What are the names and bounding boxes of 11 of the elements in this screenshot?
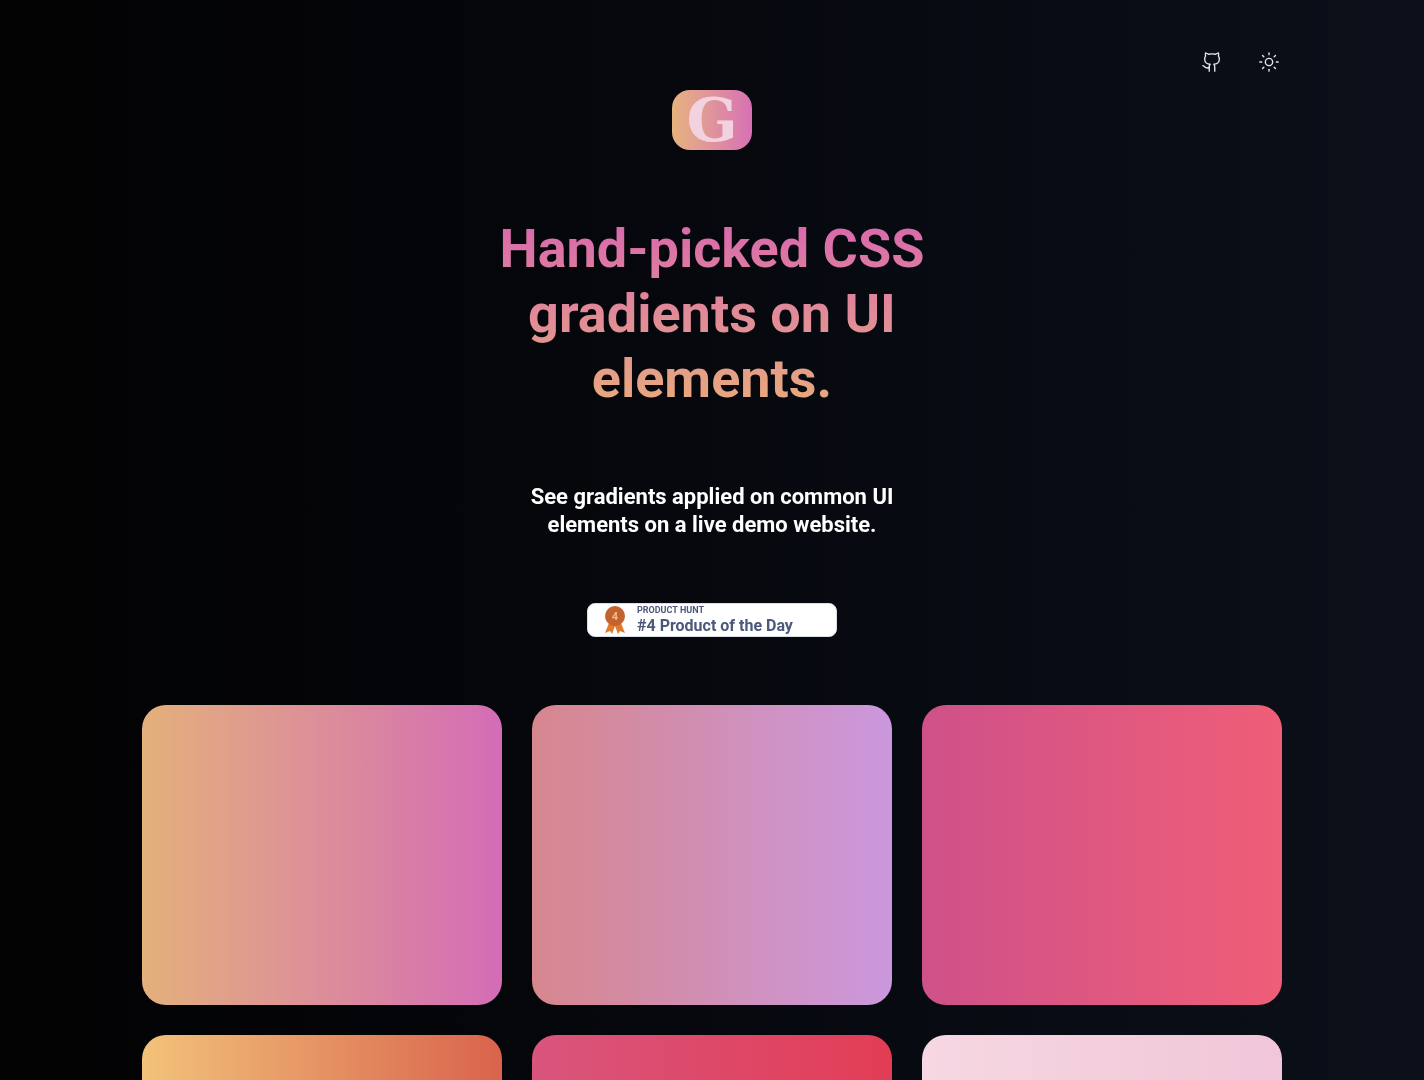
theme-toggle[interactable]: [1257, 50, 1281, 74]
gradient-card[interactable]: [532, 705, 892, 1005]
product-hunt-badge[interactable]: 4 PRODUCT HUNT #4 Product of the Day: [587, 603, 837, 637]
badge-eyebrow: PRODUCT HUNT: [637, 604, 705, 616]
app-logo: G: [672, 90, 752, 150]
hero-subtitle: See gradients applied on common UI elements on a live demo website.: [529, 483, 895, 539]
github-icon: [1201, 51, 1223, 73]
gradient-card[interactable]: [142, 705, 502, 1005]
gradient-card[interactable]: [922, 705, 1282, 1005]
sun-icon: [1258, 51, 1280, 73]
badge-label: #4 Product of the Day: [637, 616, 793, 636]
